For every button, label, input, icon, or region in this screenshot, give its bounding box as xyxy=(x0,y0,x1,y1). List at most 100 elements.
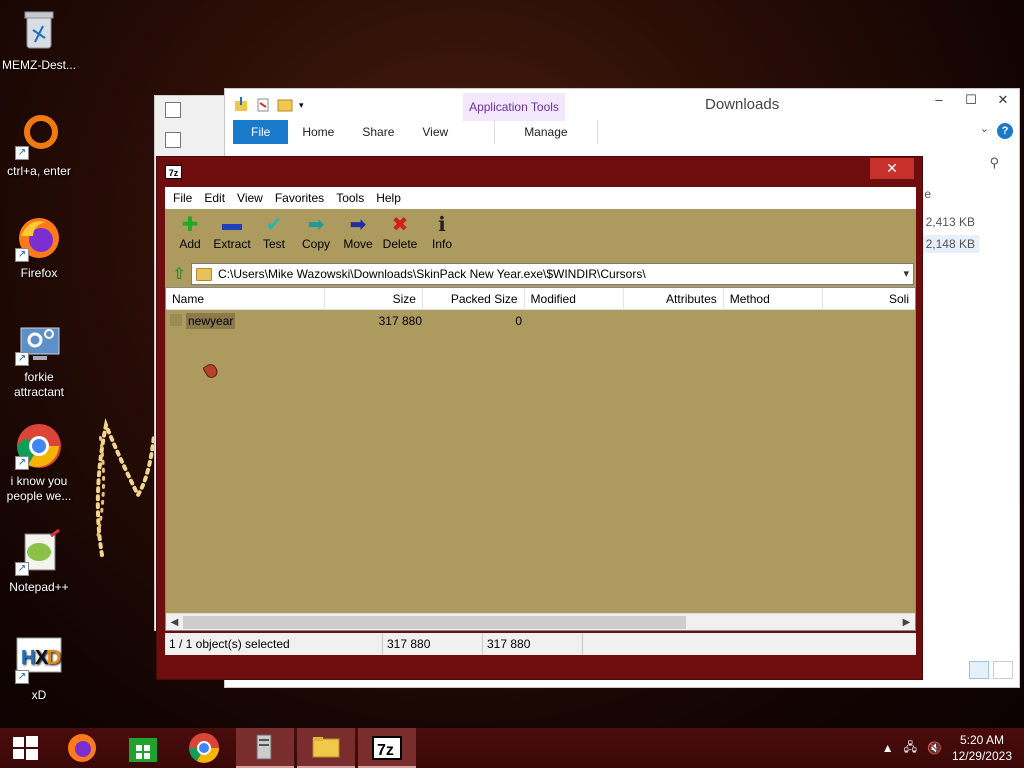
menu-tools[interactable]: Tools xyxy=(330,191,370,205)
taskbar-store[interactable] xyxy=(114,728,172,768)
column-packed-size[interactable]: Packed Size xyxy=(423,288,525,309)
server-icon xyxy=(256,734,272,760)
chrome-icon xyxy=(189,733,219,763)
menu-favorites[interactable]: Favorites xyxy=(269,191,330,205)
up-folder-icon[interactable]: ⇧ xyxy=(167,263,191,285)
delete-label: Delete xyxy=(382,237,418,251)
taskbar-server[interactable] xyxy=(236,728,294,768)
svg-text:H: H xyxy=(21,647,35,669)
tab-file[interactable]: File xyxy=(233,120,289,144)
desktop-icon-recycle[interactable]: MEMZ-Dest... xyxy=(0,6,78,73)
shortcut-arrow-icon: ↗ xyxy=(15,670,29,684)
volume-muted-icon[interactable]: 🔇 xyxy=(927,741,942,755)
status-size: 317 880 xyxy=(383,633,483,655)
add-plus-icon: ✚ xyxy=(181,213,199,236)
help-icon[interactable]: ? xyxy=(997,123,1013,139)
desktop-icon-notepadpp[interactable]: ↗ Notepad++ xyxy=(0,528,78,595)
file-explorer-icon xyxy=(312,737,340,758)
info-button[interactable]: ℹ Info xyxy=(421,209,463,261)
shortcut-arrow-icon: ↗ xyxy=(15,146,29,160)
desktop-icon-chrome[interactable]: ↗ i know you people we... xyxy=(0,422,78,504)
quick-access-toolbar: ▾ xyxy=(233,97,304,113)
column-solid[interactable]: Soli xyxy=(823,288,915,309)
extract-minus-icon: ▬ xyxy=(222,212,242,235)
tab-home[interactable]: Home xyxy=(288,120,348,144)
chevron-up-icon[interactable]: ▲ xyxy=(882,741,894,755)
qat-dropdown-icon[interactable]: ▾ xyxy=(299,100,304,111)
path-field[interactable]: C:\Users\Mike Wazowski\Downloads\SkinPac… xyxy=(191,263,914,285)
sevenzip-window[interactable]: 7z ✕ File Edit View Favorites Tools Help… xyxy=(156,156,923,680)
start-button[interactable] xyxy=(0,728,50,768)
doc-icon xyxy=(165,132,181,148)
desktop-icon-label: Firefox xyxy=(20,266,58,280)
network-icon[interactable]: 🖧 xyxy=(904,738,917,759)
search-icon[interactable]: ⚲ xyxy=(989,155,999,171)
test-label: Test xyxy=(262,237,285,251)
tab-manage[interactable]: Manage xyxy=(494,120,598,144)
horizontal-scrollbar[interactable]: ◀ ▶ xyxy=(166,613,915,630)
large-icons-view-icon[interactable] xyxy=(993,661,1013,679)
test-button[interactable]: ✔ Test xyxy=(253,209,295,261)
close-icon[interactable]: ✕ xyxy=(987,89,1019,111)
file-list[interactable]: Name Size Packed Size Modified Attribute… xyxy=(165,287,916,631)
minimize-icon[interactable]: – xyxy=(923,89,955,111)
undo-icon[interactable] xyxy=(255,97,271,113)
column-method[interactable]: Method xyxy=(724,288,824,309)
desktop-icon-firefox[interactable]: ↗ Firefox xyxy=(0,214,78,281)
taskbar-file-explorer[interactable] xyxy=(297,728,355,768)
window-controls: – ☐ ✕ xyxy=(923,89,1019,111)
folder-icon xyxy=(170,314,182,326)
desktop-icon-forkie[interactable]: ↗ forkie attractant xyxy=(0,318,78,400)
menu-edit[interactable]: Edit xyxy=(198,191,231,205)
store-icon xyxy=(129,738,157,762)
svg-text:D: D xyxy=(47,647,61,669)
menu-file[interactable]: File xyxy=(167,191,198,205)
column-attributes[interactable]: Attributes xyxy=(624,288,724,309)
copy-button[interactable]: ➡ Copy xyxy=(295,209,337,261)
taskbar-firefox[interactable] xyxy=(53,728,111,768)
sevenzip-titlebar[interactable]: 7z ✕ xyxy=(157,157,922,187)
shortcut-arrow-icon: ↗ xyxy=(15,456,29,470)
menu-help[interactable]: Help xyxy=(370,191,407,205)
desktop-icon-label: Notepad++ xyxy=(9,580,69,594)
menu-view[interactable]: View xyxy=(231,191,269,205)
chevron-down-icon[interactable]: ⌄ xyxy=(980,122,989,135)
desktop-icon-xd[interactable]: H X D ↗ xD xyxy=(0,636,78,703)
list-header: Name Size Packed Size Modified Attribute… xyxy=(166,288,915,310)
firefox-icon xyxy=(68,734,96,762)
clock[interactable]: 5:20 AM 12/29/2023 xyxy=(952,732,1012,764)
details-view-icon[interactable] xyxy=(969,661,989,679)
properties-icon[interactable] xyxy=(233,97,249,113)
explorer-titlebar[interactable]: ▾ Application Tools Downloads – ☐ ✕ xyxy=(225,89,1019,121)
desktop-icon-label: forkie attractant xyxy=(13,370,65,399)
column-size[interactable]: Size xyxy=(325,288,423,309)
row-packed-size: 0 xyxy=(515,314,522,328)
delete-button[interactable]: ✖ Delete xyxy=(379,209,421,261)
system-tray: ▲ 🖧 🔇 5:20 AM 12/29/2023 xyxy=(882,728,1024,768)
desktop-icon-label: MEMZ-Dest... xyxy=(2,58,76,72)
scroll-right-icon[interactable]: ▶ xyxy=(898,614,915,630)
status-selected: 1 / 1 object(s) selected xyxy=(165,633,383,655)
move-button[interactable]: ➡ Move xyxy=(337,209,379,261)
tab-share[interactable]: Share xyxy=(348,120,408,144)
clock-date: 12/29/2023 xyxy=(951,749,1012,763)
maximize-icon[interactable]: ☐ xyxy=(955,89,987,111)
scroll-left-icon[interactable]: ◀ xyxy=(166,614,183,630)
table-row[interactable]: newyear 317 880 0 xyxy=(166,312,915,330)
scrollbar-thumb[interactable] xyxy=(183,616,686,629)
column-name[interactable]: Name xyxy=(166,288,326,309)
tab-view[interactable]: View xyxy=(408,120,462,144)
chevron-down-icon[interactable]: ▾ xyxy=(903,267,909,280)
close-button[interactable]: ✕ xyxy=(870,158,914,179)
add-button[interactable]: ✚ Add xyxy=(169,209,211,261)
file-size: 2,413 KB xyxy=(925,215,975,229)
taskbar-chrome[interactable] xyxy=(175,728,233,768)
shortcut-arrow-icon: ↗ xyxy=(15,248,29,262)
sevenzip-icon: 7z xyxy=(372,736,402,760)
desktop-icon-ctrla[interactable]: ↗ ctrl+a, enter xyxy=(0,112,78,179)
taskbar-sevenzip[interactable]: 7z xyxy=(358,728,416,768)
new-folder-icon[interactable] xyxy=(277,97,293,113)
extract-button[interactable]: ▬ Extract xyxy=(211,209,253,261)
copy-label: Copy xyxy=(301,237,330,251)
column-modified[interactable]: Modified xyxy=(525,288,625,309)
